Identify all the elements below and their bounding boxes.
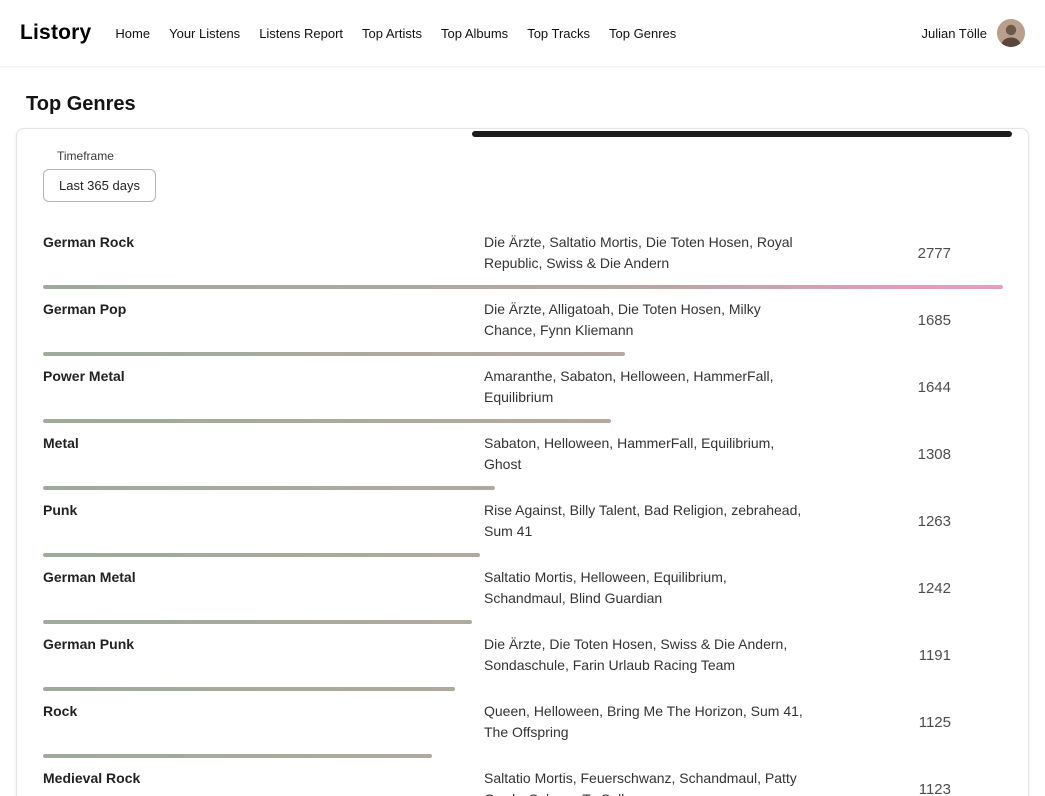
genre-name: Rock xyxy=(43,701,484,719)
top-genres-card: Timeframe Last 365 days German Rock Die … xyxy=(16,128,1029,796)
genre-bar xyxy=(43,419,611,423)
genre-row: Power Metal Amaranthe, Sabaton, Hellowee… xyxy=(43,358,1003,423)
genre-count: 1263 xyxy=(804,513,1003,530)
nav-item-your-listens[interactable]: Your Listens xyxy=(169,26,240,41)
genre-name: Punk xyxy=(43,500,484,518)
avatar-person-icon xyxy=(997,19,1025,47)
nav-item-top-tracks[interactable]: Top Tracks xyxy=(527,26,590,41)
genre-artists: Die Ärzte, Die Toten Hosen, Swiss & Die … xyxy=(484,634,804,676)
nav-item-listens-report[interactable]: Listens Report xyxy=(259,26,343,41)
genre-name: Power Metal xyxy=(43,366,484,384)
genre-bar-fill xyxy=(43,486,495,490)
genre-count: 1685 xyxy=(804,312,1003,329)
genre-artists: Amaranthe, Sabaton, Helloween, HammerFal… xyxy=(484,366,804,408)
genre-bar-fill xyxy=(43,285,1003,289)
nav-item-top-albums[interactable]: Top Albums xyxy=(441,26,508,41)
genre-artists: Queen, Helloween, Bring Me The Horizon, … xyxy=(484,701,804,743)
genre-count: 2777 xyxy=(804,245,1003,262)
user-name: Julian Tölle xyxy=(921,26,987,41)
genre-bar-fill xyxy=(43,687,455,691)
genre-row: German Rock Die Ärzte, Saltatio Mortis, … xyxy=(43,224,1003,289)
genre-artists: Rise Against, Billy Talent, Bad Religion… xyxy=(484,500,804,542)
genre-row: German Punk Die Ärzte, Die Toten Hosen, … xyxy=(43,626,1003,691)
genre-bar xyxy=(43,553,480,557)
genre-name: German Rock xyxy=(43,232,484,250)
nav-item-home[interactable]: Home xyxy=(115,26,150,41)
genre-table: German Rock Die Ärzte, Saltatio Mortis, … xyxy=(43,224,1003,796)
genre-artists: Saltatio Mortis, Feuerschwanz, Schandmau… xyxy=(484,768,804,796)
genre-bar xyxy=(43,754,432,758)
nav-user-area: Julian Tölle xyxy=(921,19,1025,47)
genre-count: 1191 xyxy=(804,647,1003,664)
user-avatar[interactable] xyxy=(997,19,1025,47)
genre-bar-fill xyxy=(43,620,472,624)
brand-logo[interactable]: Listory xyxy=(20,21,91,45)
genre-artists: Sabaton, Helloween, HammerFall, Equilibr… xyxy=(484,433,804,475)
genre-name: Medieval Rock xyxy=(43,768,484,786)
genre-row: German Metal Saltatio Mortis, Helloween,… xyxy=(43,559,1003,624)
genre-count: 1123 xyxy=(804,781,1003,796)
genre-bar xyxy=(43,352,625,356)
genre-row: German Pop Die Ärzte, Alligatoah, Die To… xyxy=(43,291,1003,356)
genre-bar xyxy=(43,285,1003,289)
genre-count: 1242 xyxy=(804,580,1003,597)
nav-links: Home Your Listens Listens Report Top Artist… xyxy=(115,26,676,41)
top-navigation: Listory Home Your Listens Listens Report To… xyxy=(0,0,1045,66)
genre-row: Punk Rise Against, Billy Talent, Bad Rel… xyxy=(43,492,1003,557)
page-title: Top Genres xyxy=(26,93,1019,116)
genre-bar xyxy=(43,620,472,624)
genre-bar-fill xyxy=(43,419,611,423)
nav-item-top-genres[interactable]: Top Genres xyxy=(609,26,676,41)
genre-count: 1644 xyxy=(804,379,1003,396)
timeframe-label: Timeframe xyxy=(57,149,1003,163)
genre-artists: Die Ärzte, Saltatio Mortis, Die Toten Ho… xyxy=(484,232,804,274)
genre-artists: Die Ärzte, Alligatoah, Die Toten Hosen, … xyxy=(484,299,804,341)
genre-bar xyxy=(43,687,455,691)
genre-name: German Pop xyxy=(43,299,484,317)
genre-name: Metal xyxy=(43,433,484,451)
genre-bar-fill xyxy=(43,754,432,758)
genre-bar-fill xyxy=(43,553,480,557)
genre-name: German Metal xyxy=(43,567,484,585)
genre-count: 1308 xyxy=(804,446,1003,463)
nav-item-top-artists[interactable]: Top Artists xyxy=(362,26,422,41)
main-content: Top Genres Timeframe Last 365 days Germa… xyxy=(0,93,1045,796)
genre-count: 1125 xyxy=(804,714,1003,731)
genre-bar xyxy=(43,486,495,490)
genre-bar-fill xyxy=(43,352,625,356)
genre-row: Rock Queen, Helloween, Bring Me The Hori… xyxy=(43,693,1003,758)
genre-row: Medieval Rock Saltatio Mortis, Feuerschw… xyxy=(43,760,1003,796)
genre-row: Metal Sabaton, Helloween, HammerFall, Eq… xyxy=(43,425,1003,490)
timeframe-select[interactable]: Last 365 days xyxy=(43,169,156,202)
genre-name: German Punk xyxy=(43,634,484,652)
horizontal-scrollbar[interactable] xyxy=(472,131,1012,137)
genre-artists: Saltatio Mortis, Helloween, Equilibrium,… xyxy=(484,567,804,609)
